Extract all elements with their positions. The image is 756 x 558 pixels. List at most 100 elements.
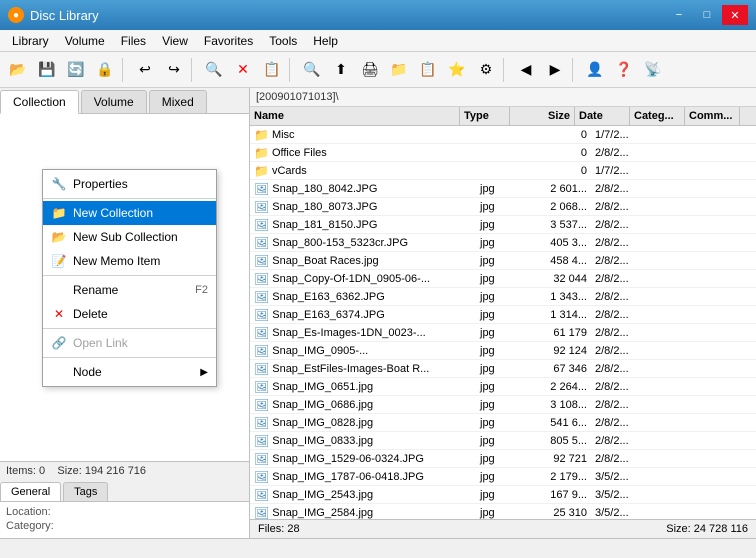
- left-status: Items: 0 Size: 194 216 716: [0, 461, 249, 480]
- toolbar-cancel[interactable]: ✕: [229, 56, 257, 84]
- toolbar-lock[interactable]: 🔒: [91, 56, 119, 84]
- toolbar-print[interactable]: 🖨: [356, 56, 384, 84]
- file-list[interactable]: 📁Misc 0 1/7/2... 📁Office Files 0 2/8/2..…: [250, 126, 756, 519]
- location-label: Location:: [6, 506, 61, 518]
- tab-mixed[interactable]: Mixed: [149, 90, 207, 113]
- col-header-size[interactable]: Size: [510, 107, 575, 125]
- table-row[interactable]: 📁Misc 0 1/7/2...: [250, 126, 756, 144]
- table-row[interactable]: 📁Office Files 0 2/8/2...: [250, 144, 756, 162]
- menu-help[interactable]: Help: [305, 30, 346, 51]
- menu-volume[interactable]: Volume: [57, 30, 113, 51]
- table-row[interactable]: 🖼Snap_IMG_0905-... jpg 92 124 2/8/2...: [250, 342, 756, 360]
- col-header-categ[interactable]: Categ...: [630, 107, 685, 125]
- toolbar-refresh[interactable]: 🔄: [62, 56, 90, 84]
- toolbar-network[interactable]: 📡: [639, 56, 667, 84]
- file-comm: [701, 152, 756, 154]
- tab-volume[interactable]: Volume: [81, 90, 147, 113]
- menu-tools[interactable]: Tools: [261, 30, 305, 51]
- file-comm: [701, 242, 756, 244]
- toolbar-settings[interactable]: ⚙: [472, 56, 500, 84]
- table-row[interactable]: 📁vCards 0 1/7/2...: [250, 162, 756, 180]
- file-size: 405 3...: [526, 236, 591, 250]
- properties-icon: 🔧: [51, 176, 67, 192]
- col-header-type[interactable]: Type: [460, 107, 510, 125]
- table-row[interactable]: 🖼Snap_Copy-Of-1DN_0905-06-... jpg 32 044…: [250, 270, 756, 288]
- file-date: 2/8/2...: [591, 182, 646, 196]
- table-row[interactable]: 🖼Snap_IMG_1787-06-0418.JPG jpg 2 179... …: [250, 468, 756, 486]
- file-type: jpg: [476, 506, 526, 520]
- image-icon: 🖼: [254, 344, 269, 358]
- file-date: 2/8/2...: [591, 146, 646, 160]
- tab-tags[interactable]: Tags: [63, 482, 108, 501]
- toolbar-folder2[interactable]: 📁: [385, 56, 413, 84]
- files-count: Files: 28: [258, 523, 300, 535]
- table-row[interactable]: 🖼Snap_IMG_0686.jpg jpg 3 108... 2/8/2...: [250, 396, 756, 414]
- menu-view[interactable]: View: [154, 30, 196, 51]
- table-row[interactable]: 🖼Snap_IMG_1529-06-0324.JPG jpg 92 721 2/…: [250, 450, 756, 468]
- col-header-date[interactable]: Date: [575, 107, 630, 125]
- toolbar-save[interactable]: 💾: [33, 56, 61, 84]
- file-size: 32 044: [526, 272, 591, 286]
- file-comm: [701, 422, 756, 424]
- tab-collection[interactable]: Collection: [0, 90, 79, 114]
- minimize-button[interactable]: −: [666, 5, 692, 25]
- close-button[interactable]: ✕: [722, 5, 748, 25]
- ctx-properties[interactable]: 🔧 Properties: [43, 172, 216, 196]
- toolbar-up[interactable]: ⬆: [327, 56, 355, 84]
- table-row[interactable]: 🖼Snap_IMG_2543.jpg jpg 167 9... 3/5/2...: [250, 486, 756, 504]
- toolbar-zoom[interactable]: 🔍: [298, 56, 326, 84]
- file-type: jpg: [476, 290, 526, 304]
- ctx-new-memo-item[interactable]: 📝 New Memo Item: [43, 249, 216, 273]
- ctx-rename[interactable]: Rename F2: [43, 278, 216, 302]
- table-row[interactable]: 🖼Snap_IMG_0651.jpg jpg 2 264... 2/8/2...: [250, 378, 756, 396]
- tab-general[interactable]: General: [0, 482, 61, 501]
- toolbar-forward[interactable]: ↪: [160, 56, 188, 84]
- toolbar-clipboard[interactable]: 📋: [414, 56, 442, 84]
- menu-library[interactable]: Library: [4, 30, 57, 51]
- table-row[interactable]: 🖼Snap_181_8150.JPG jpg 3 537... 2/8/2...: [250, 216, 756, 234]
- table-row[interactable]: 🖼Snap_Es-Images-1DN_0023-... jpg 61 179 …: [250, 324, 756, 342]
- image-icon: 🖼: [254, 308, 269, 322]
- maximize-button[interactable]: □: [694, 5, 720, 25]
- file-name: 📁Office Files: [250, 145, 476, 161]
- tree-area[interactable]: 🔧 Properties 📁 New Collection 📂 New Sub …: [0, 114, 249, 461]
- ctx-node[interactable]: Node ▶: [43, 360, 216, 384]
- ctx-delete[interactable]: ✕ Delete: [43, 302, 216, 326]
- image-icon: 🖼: [254, 218, 269, 232]
- table-row[interactable]: 🖼Snap_180_8073.JPG jpg 2 068... 2/8/2...: [250, 198, 756, 216]
- toolbar-search[interactable]: 🔍: [200, 56, 228, 84]
- ctx-properties-label: Properties: [73, 177, 128, 191]
- table-row[interactable]: 🖼Snap_IMG_0833.jpg jpg 805 5... 2/8/2...: [250, 432, 756, 450]
- table-row[interactable]: 🖼Snap_800-153_5323cr.JPG jpg 405 3... 2/…: [250, 234, 756, 252]
- table-row[interactable]: 🖼Snap_E163_6374.JPG jpg 1 314... 2/8/2..…: [250, 306, 756, 324]
- app-icon: ●: [8, 7, 24, 23]
- ctx-new-collection[interactable]: 📁 New Collection: [43, 201, 216, 225]
- toolbar-next[interactable]: ▶: [541, 56, 569, 84]
- file-date: 3/5/2...: [591, 470, 646, 484]
- table-row[interactable]: 🖼Snap_IMG_2584.jpg jpg 25 310 3/5/2...: [250, 504, 756, 519]
- table-row[interactable]: 🖼Snap_EstFiles-Images-Boat R... jpg 67 3…: [250, 360, 756, 378]
- status-bar: [0, 538, 756, 558]
- table-row[interactable]: 🖼Snap_E163_6362.JPG jpg 1 343... 2/8/2..…: [250, 288, 756, 306]
- toolbar-copy[interactable]: 📋: [258, 56, 286, 84]
- col-header-name[interactable]: Name: [250, 107, 460, 125]
- toolbar-back[interactable]: ↩: [131, 56, 159, 84]
- table-row[interactable]: 🖼Snap_IMG_0828.jpg jpg 541 6... 2/8/2...: [250, 414, 756, 432]
- table-row[interactable]: 🖼Snap_180_8042.JPG jpg 2 601... 2/8/2...: [250, 180, 756, 198]
- menu-favorites[interactable]: Favorites: [196, 30, 261, 51]
- file-type: jpg: [476, 380, 526, 394]
- menu-files[interactable]: Files: [113, 30, 154, 51]
- toolbar-help[interactable]: ❓: [610, 56, 638, 84]
- toolbar-favorites[interactable]: ⭐: [443, 56, 471, 84]
- file-categ: [646, 296, 701, 298]
- toolbar-prev[interactable]: ◀: [512, 56, 540, 84]
- col-header-comm[interactable]: Comm...: [685, 107, 740, 125]
- ctx-new-sub-collection[interactable]: 📂 New Sub Collection: [43, 225, 216, 249]
- table-row[interactable]: 🖼Snap_Boat Races.jpg jpg 458 4... 2/8/2.…: [250, 252, 756, 270]
- new-sub-collection-icon: 📂: [51, 229, 67, 245]
- toolbar-open[interactable]: 📂: [4, 56, 32, 84]
- ctx-delete-label: Delete: [73, 307, 108, 321]
- file-name: 🖼Snap_800-153_5323cr.JPG: [250, 235, 476, 251]
- toolbar-user[interactable]: 👤: [581, 56, 609, 84]
- file-date: 2/8/2...: [591, 200, 646, 214]
